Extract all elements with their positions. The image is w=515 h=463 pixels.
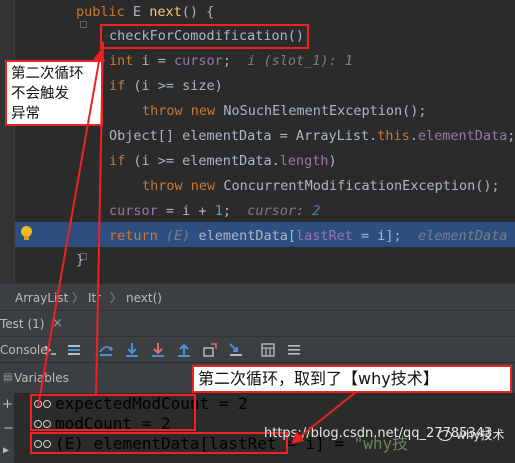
code-line-5: throw new NoSuchElementException(); xyxy=(142,103,427,119)
highlight-check-comodification xyxy=(100,24,309,49)
console-tab[interactable]: Console xyxy=(0,337,48,363)
menu-lines-icon[interactable] xyxy=(66,342,82,358)
breadcrumb-inner-class[interactable]: Itr xyxy=(88,284,101,312)
close-icon[interactable]: × xyxy=(52,311,63,337)
code-line-9: cursor = i + 1; cursor: 2 xyxy=(109,203,321,219)
logo: why技术 xyxy=(438,426,505,443)
annotation-got-why: 第二次循环，取到了【why技术】 xyxy=(192,365,512,393)
drop-frame-icon[interactable] xyxy=(202,342,218,358)
breadcrumb-separator-icon: 〉 xyxy=(110,291,123,305)
add-watch-icon[interactable]: + xyxy=(2,397,13,412)
code-line-3: int i = cursor; i (slot_1): 1 xyxy=(109,53,353,69)
lightbulb-icon[interactable] xyxy=(21,226,32,241)
step-over-icon[interactable] xyxy=(98,342,114,358)
variables-icon: ▤ xyxy=(3,372,13,383)
annotation-no-exception: 第二次循环 不会触发 异常 xyxy=(5,60,103,126)
code-line-6: Object[] elementData = ArrayList.this.el… xyxy=(109,128,515,144)
variables-side-toolbar: + − ▶ xyxy=(0,393,14,463)
step-into-icon[interactable] xyxy=(124,342,140,358)
evaluate-expression-icon[interactable] xyxy=(260,342,276,358)
code-line-10: return (E) elementData[lastRet = i]; ele… xyxy=(109,228,515,244)
tab-test-1[interactable]: Test (1) xyxy=(0,311,44,337)
breadcrumb: ArrayList 〉 Itr 〉 next() xyxy=(0,283,515,311)
wechat-icon xyxy=(438,430,452,441)
code-line-4: if (i >= size) xyxy=(109,78,223,94)
debug-toolbar: Console xyxy=(0,337,515,363)
run-to-cursor-icon[interactable] xyxy=(228,342,244,358)
code-line-11: } xyxy=(76,252,85,268)
code-line-7: if (i >= elementData.length) xyxy=(109,153,337,169)
breadcrumb-method[interactable]: next() xyxy=(126,284,162,312)
breadcrumb-class[interactable]: ArrayList xyxy=(15,284,68,312)
step-out-icon[interactable] xyxy=(176,342,192,358)
console-arrow-icon[interactable] xyxy=(42,342,58,358)
breadcrumb-separator-icon: 〉 xyxy=(72,291,85,305)
code-line-8: throw new ConcurrentModificationExceptio… xyxy=(142,178,500,194)
variables-title: Variables xyxy=(14,371,69,385)
threads-list-icon[interactable] xyxy=(286,342,302,358)
code-line-1: public E next() { xyxy=(76,4,215,20)
highlight-mod-counts xyxy=(30,394,196,431)
highlight-element-data xyxy=(30,432,288,454)
force-step-into-icon[interactable] xyxy=(150,342,166,358)
expand-arrow-icon[interactable]: ▶ xyxy=(3,445,9,456)
code-editor[interactable]: public E next() { checkForComodification… xyxy=(0,0,515,283)
remove-watch-icon[interactable]: − xyxy=(3,421,14,436)
debug-tab-bar: Test (1) × xyxy=(0,311,515,337)
editor-gutter[interactable] xyxy=(0,0,15,283)
